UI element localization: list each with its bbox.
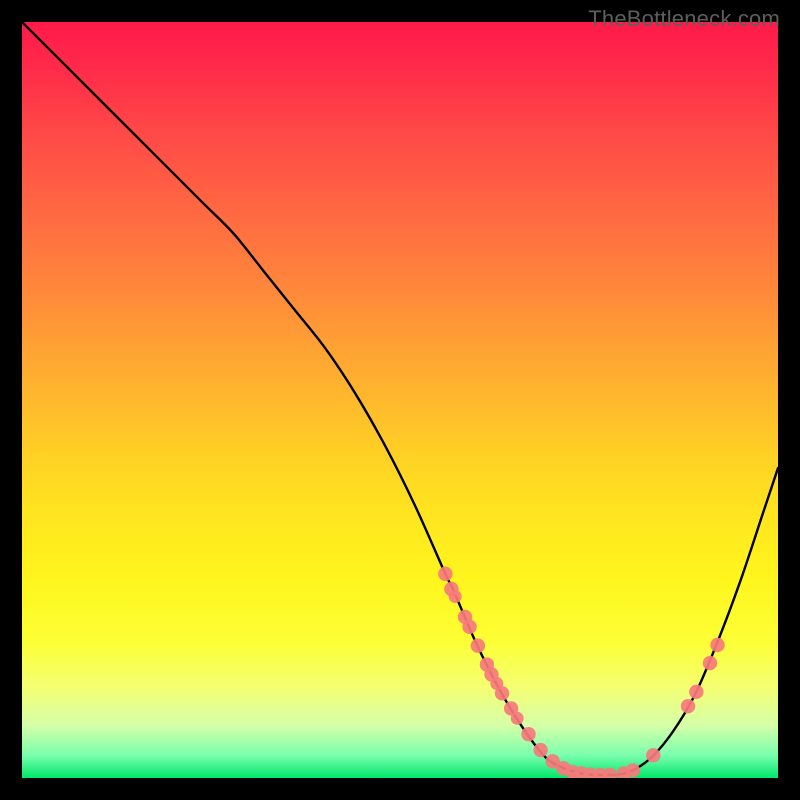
marker-point — [646, 748, 660, 762]
chart-overlay — [22, 22, 778, 778]
marker-point — [626, 763, 640, 777]
plot-area — [22, 22, 778, 778]
marker-point — [471, 639, 485, 653]
marker-point — [533, 743, 547, 757]
marker-point — [689, 685, 703, 699]
marker-point — [703, 656, 717, 670]
marker-point — [521, 727, 535, 741]
marker-point — [511, 712, 524, 725]
curve-line — [22, 22, 778, 775]
markers-group — [438, 567, 725, 778]
marker-point — [681, 699, 695, 713]
marker-point — [495, 686, 509, 700]
marker-point — [603, 768, 617, 778]
marker-point — [710, 638, 724, 652]
marker-point — [462, 620, 476, 634]
watermark-text: TheBottleneck.com — [588, 6, 780, 32]
marker-point — [438, 567, 452, 581]
marker-point — [449, 590, 462, 603]
